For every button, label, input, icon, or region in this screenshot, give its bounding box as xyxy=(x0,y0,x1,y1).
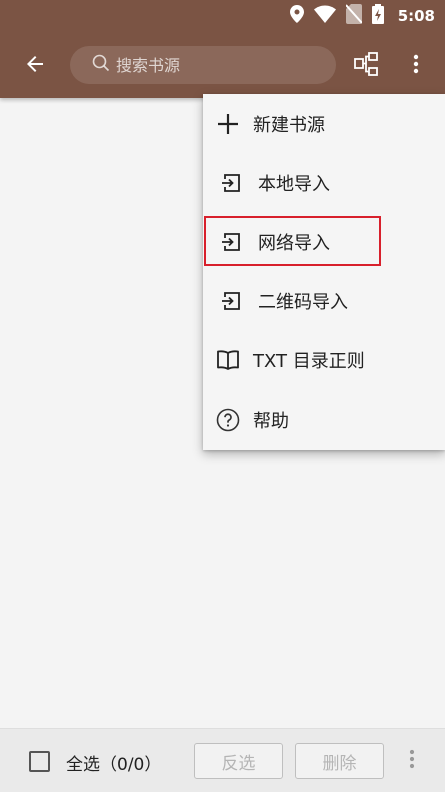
menu-item-network-import[interactable]: 网络导入 xyxy=(203,212,445,271)
app-bar: 5:08 xyxy=(0,0,445,98)
select-all-checkbox[interactable] xyxy=(29,751,50,772)
back-button[interactable] xyxy=(18,49,52,83)
menu-item-new-source[interactable]: 新建书源 xyxy=(203,94,445,153)
book-icon xyxy=(215,347,241,373)
search-box[interactable] xyxy=(70,46,336,84)
group-tree-icon xyxy=(353,51,379,81)
more-vertical-icon xyxy=(413,54,419,78)
select-all-label[interactable]: 全选（0/0） xyxy=(66,750,161,775)
location-icon xyxy=(289,5,304,27)
menu-item-label: 本地导入 xyxy=(258,173,330,195)
menu-item-label: 网络导入 xyxy=(258,232,330,254)
status-time: 5:08 xyxy=(397,7,435,25)
menu-item-label: 帮助 xyxy=(253,410,289,432)
plus-icon xyxy=(215,111,241,137)
search-input[interactable] xyxy=(116,55,316,75)
menu-item-label: 二维码导入 xyxy=(258,291,348,313)
bottom-action-bar: 全选（0/0） 反选 删除 xyxy=(0,728,445,792)
search-icon xyxy=(92,54,110,76)
menu-item-local-import[interactable]: 本地导入 xyxy=(203,153,445,212)
arrow-left-icon xyxy=(23,52,47,80)
more-vertical-icon xyxy=(409,749,415,773)
import-icon xyxy=(218,229,244,255)
invert-selection-button[interactable]: 反选 xyxy=(194,743,283,779)
menu-item-help[interactable]: 帮助 xyxy=(203,390,445,449)
bottom-more-button[interactable] xyxy=(402,747,422,775)
import-icon xyxy=(218,288,244,314)
menu-item-label: TXT 目录正则 xyxy=(253,350,365,372)
more-options-button[interactable] xyxy=(404,50,428,82)
menu-item-label: 新建书源 xyxy=(253,114,325,136)
import-icon xyxy=(218,170,244,196)
status-bar: 5:08 xyxy=(0,0,445,32)
group-button[interactable] xyxy=(350,50,382,82)
menu-item-txt-toc-regex[interactable]: TXT 目录正则 xyxy=(203,330,445,389)
battery-charging-icon xyxy=(371,4,384,28)
no-sim-icon xyxy=(344,4,363,28)
toolbar xyxy=(0,32,445,98)
overflow-menu: 新建书源 本地导入 网络导入 二维码导入 TXT 目录正则 帮助 xyxy=(203,94,445,450)
help-circle-icon xyxy=(215,407,241,433)
menu-item-qr-import[interactable]: 二维码导入 xyxy=(203,271,445,330)
delete-button[interactable]: 删除 xyxy=(295,743,384,779)
wifi-icon xyxy=(313,5,336,27)
